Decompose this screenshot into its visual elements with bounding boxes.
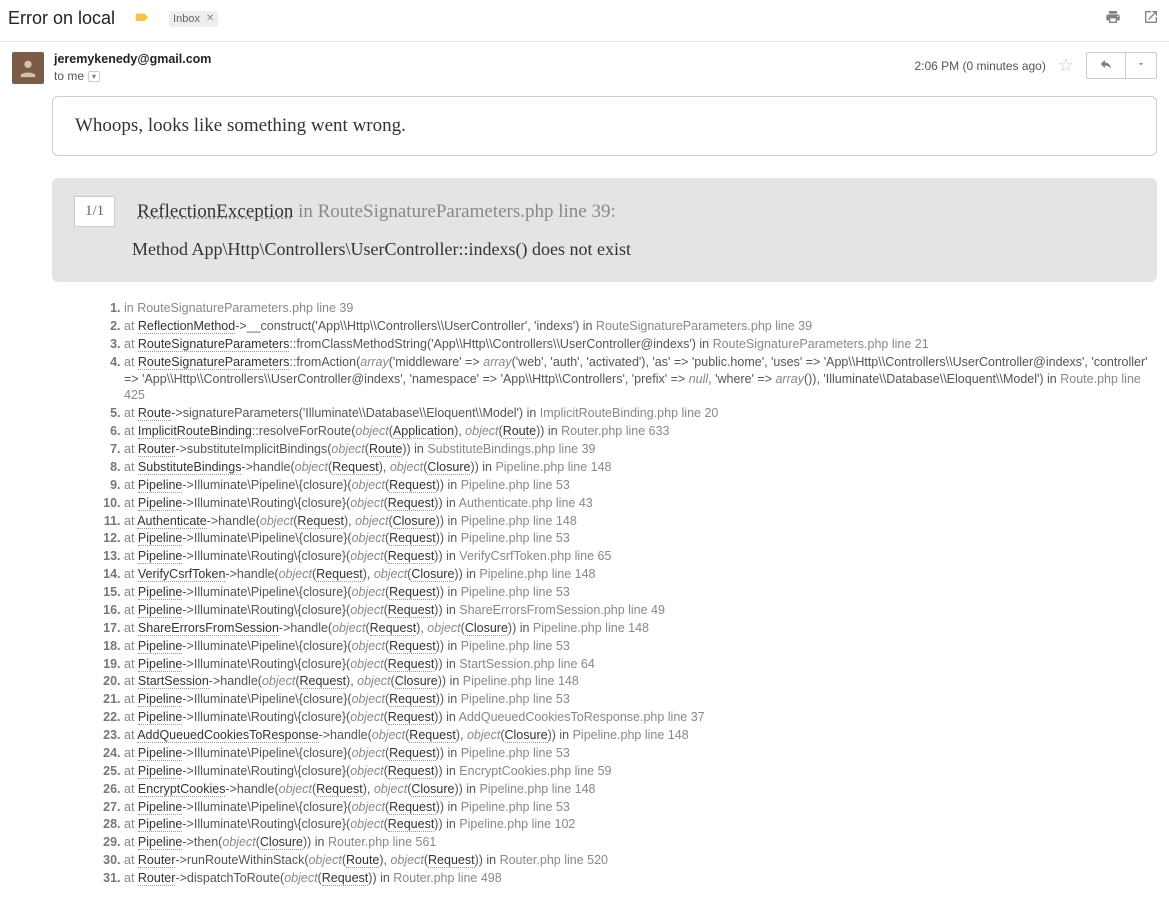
exception-file: RouteSignatureParameters.php line 39 <box>318 201 611 222</box>
trace-line: at Pipeline->Illuminate\Pipeline\{closur… <box>124 745 1157 762</box>
exception-message: Method App\Http\Controllers\UserControll… <box>132 239 1135 260</box>
email-top-bar: Error on local Inbox ✕ <box>0 0 1169 42</box>
trace-line: at Pipeline->then(object(Closure)) in Ro… <box>124 834 1157 851</box>
stack-trace: in RouteSignatureParameters.php line 39a… <box>52 300 1157 887</box>
trace-line: at ReflectionMethod->__construct('App\\H… <box>124 318 1157 335</box>
to-line: to me ▾ <box>54 69 211 83</box>
trace-line: at StartSession->handle(object(Request),… <box>124 673 1157 690</box>
trace-line: at Router->dispatchToRoute(object(Reques… <box>124 870 1157 887</box>
to-details-dropdown[interactable]: ▾ <box>88 71 100 82</box>
exception-summary: 1/1 ReflectionException in RouteSignatur… <box>52 178 1157 282</box>
trace-line: at ShareErrorsFromSession->handle(object… <box>124 620 1157 637</box>
trace-line: at Pipeline->Illuminate\Routing\{closure… <box>124 548 1157 565</box>
more-actions-dropdown[interactable] <box>1126 53 1156 78</box>
trace-line: at Authenticate->handle(object(Request),… <box>124 513 1157 530</box>
star-icon[interactable]: ☆ <box>1058 55 1074 76</box>
trace-line: at Pipeline->Illuminate\Routing\{closure… <box>124 602 1157 619</box>
label-icon[interactable] <box>133 11 151 26</box>
trace-line: at Route->signatureParameters('Illuminat… <box>124 405 1157 422</box>
email-header: jeremykenedy@gmail.com to me ▾ 2:06 PM (… <box>0 42 1169 86</box>
to-text: to me <box>54 69 84 83</box>
trace-line: at EncryptCookies->handle(object(Request… <box>124 781 1157 798</box>
trace-line: at Router->runRouteWithinStack(object(Ro… <box>124 852 1157 869</box>
trace-line: at Pipeline->Illuminate\Routing\{closure… <box>124 495 1157 512</box>
reply-button-group <box>1086 52 1157 79</box>
trace-line: at Pipeline->Illuminate\Routing\{closure… <box>124 816 1157 833</box>
trace-line: at Pipeline->Illuminate\Pipeline\{closur… <box>124 691 1157 708</box>
reply-button[interactable] <box>1087 53 1126 78</box>
trace-line: at Pipeline->Illuminate\Routing\{closure… <box>124 709 1157 726</box>
exception-name: ReflectionException <box>137 201 293 222</box>
inbox-chip[interactable]: Inbox ✕ <box>169 11 218 27</box>
trace-line: at RouteSignatureParameters::fromAction(… <box>124 354 1157 405</box>
trace-line: at Pipeline->Illuminate\Pipeline\{closur… <box>124 799 1157 816</box>
trace-line: at Pipeline->Illuminate\Pipeline\{closur… <box>124 638 1157 655</box>
trace-line: at Pipeline->Illuminate\Routing\{closure… <box>124 656 1157 673</box>
exception-counter: 1/1 <box>74 196 115 227</box>
avatar[interactable] <box>12 52 44 84</box>
timestamp: 2:06 PM (0 minutes ago) <box>914 59 1045 73</box>
email-body: Whoops, looks like something went wrong.… <box>0 96 1169 908</box>
whoops-banner: Whoops, looks like something went wrong. <box>52 96 1157 156</box>
inbox-chip-remove-icon[interactable]: ✕ <box>206 13 214 24</box>
exception-title: ReflectionException in RouteSignaturePar… <box>137 201 616 223</box>
trace-line: at RouteSignatureParameters::fromClassMe… <box>124 336 1157 353</box>
exception-in-word: in <box>298 201 313 222</box>
trace-line: at Router->substituteImplicitBindings(ob… <box>124 441 1157 458</box>
inbox-chip-label: Inbox <box>173 13 200 25</box>
trace-line: at VerifyCsrfToken->handle(object(Reques… <box>124 566 1157 583</box>
trace-line: at Pipeline->Illuminate\Pipeline\{closur… <box>124 584 1157 601</box>
trace-line: at Pipeline->Illuminate\Pipeline\{closur… <box>124 477 1157 494</box>
open-new-window-icon[interactable] <box>1143 9 1159 28</box>
print-icon[interactable] <box>1105 9 1121 28</box>
trace-line: at Pipeline->Illuminate\Routing\{closure… <box>124 763 1157 780</box>
trace-line: at ImplicitRouteBinding::resolveForRoute… <box>124 423 1157 440</box>
email-subject: Error on local <box>8 8 115 29</box>
trace-line: at SubstituteBindings->handle(object(Req… <box>124 459 1157 476</box>
trace-line: at Pipeline->Illuminate\Pipeline\{closur… <box>124 530 1157 547</box>
trace-line: at AddQueuedCookiesToResponse->handle(ob… <box>124 727 1157 744</box>
trace-line: in RouteSignatureParameters.php line 39 <box>124 300 1157 317</box>
from-address: jeremykenedy@gmail.com <box>54 52 211 66</box>
